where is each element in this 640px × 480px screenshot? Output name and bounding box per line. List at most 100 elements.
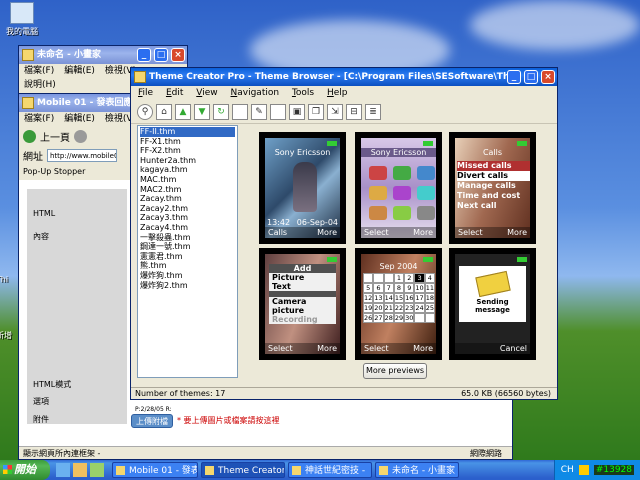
close-button[interactable]: ×	[171, 48, 185, 62]
refresh-icon[interactable]: ↻	[213, 103, 229, 120]
browser-statusbar: 顯示網頁所內連框架 - 網際網路	[19, 446, 512, 459]
popup-stopper-label[interactable]: Pop-Up Stopper	[23, 167, 85, 176]
calls-icon	[417, 186, 435, 200]
menu-item[interactable]: 檔案(F)	[24, 114, 54, 124]
add-popup: Add Picture Text Camera picture Recordin…	[269, 264, 336, 324]
menu-navigation[interactable]: Navigation	[231, 88, 280, 98]
desktop-icon-label: 我的電腦	[6, 27, 38, 36]
list-item[interactable]: 熊.thm	[140, 261, 235, 271]
list-item[interactable]: Zacay2.thm	[140, 204, 235, 214]
desktop-icon-my-computer[interactable]: 我的電腦	[2, 2, 42, 37]
list-item[interactable]: Zacay.thm	[140, 194, 235, 204]
list-item[interactable]: 鋼達一號.thm	[140, 242, 235, 252]
minimize-button[interactable]: _	[137, 48, 151, 62]
right-softkey: More	[507, 228, 527, 237]
calendar-day	[414, 313, 425, 323]
home-icon[interactable]: ⌂	[156, 103, 172, 120]
maximize-button[interactable]: □	[154, 48, 168, 62]
back-button[interactable]: 上一頁	[40, 129, 70, 144]
list-item[interactable]: FF-X2.thm	[140, 146, 235, 156]
theme-creator-titlebar[interactable]: Theme Creator Pro - Theme Browser - [C:\…	[131, 68, 557, 86]
save-icon[interactable]: ▣	[289, 103, 305, 120]
more-previews-button[interactable]: More previews	[363, 363, 427, 379]
list-item[interactable]: FF-II.thm	[140, 127, 235, 137]
delete-icon[interactable]: ⊟	[346, 103, 362, 120]
calendar-grid: 1 2 3 4 5 6 7 8 9 10 11 12 13 14 15 16 17 18 19 20 21 22 23 24 2…	[363, 273, 435, 323]
start-button[interactable]: 開始	[0, 460, 50, 480]
close-button[interactable]: ×	[541, 70, 555, 84]
theme-preview-calls[interactable]: Calls Missed calls Divert calls Manage c…	[449, 132, 536, 244]
theme-creator-window[interactable]: Theme Creator Pro - Theme Browser - [C:\…	[130, 67, 558, 400]
properties-icon[interactable]: ≣	[365, 103, 381, 120]
calendar-day: 20	[373, 303, 384, 313]
tray-app-icon[interactable]	[578, 465, 589, 475]
menu-item: Camera picture	[272, 297, 307, 315]
menu-item[interactable]: 說明(H)	[24, 80, 56, 90]
window-title: 未命名 - 小畫家	[37, 50, 102, 60]
menu-item: Missed calls	[457, 161, 530, 171]
copy-icon[interactable]: ❐	[308, 103, 324, 120]
back-arrow-icon[interactable]	[23, 129, 36, 143]
maximize-button[interactable]: □	[524, 70, 538, 84]
paint-titlebar[interactable]: 未命名 - 小畫家 _ □ ×	[19, 46, 187, 64]
task-game[interactable]: 神話世紀密技 -	[288, 462, 372, 478]
menu-help[interactable]: Help	[327, 88, 348, 98]
softkey-bar: Select More	[361, 227, 436, 238]
menu-accel: H	[326, 88, 334, 98]
theme-file-list[interactable]: FF-II.thm FF-X1.thm FF-X2.thm Hunter2a.t…	[137, 125, 238, 378]
quick-launch-desktop-icon[interactable]	[90, 463, 104, 477]
theme-preview-sending[interactable]: Sending message Cancel	[449, 248, 536, 360]
address-input[interactable]: http://www.mobile01.co	[47, 148, 117, 162]
minimize-button[interactable]: _	[507, 70, 521, 84]
theme-preview-calendar[interactable]: Sep 2004 1 2 3 4 5 6 7 8 9 10 11 12 13 14 15 16 17 18 19 20…	[355, 248, 442, 360]
menu-item[interactable]: 編輯(E)	[64, 66, 95, 76]
menu-item[interactable]: 編輯(E)	[64, 114, 95, 124]
menu-edit[interactable]: Edit	[166, 88, 183, 98]
list-item[interactable]: MAC2.thm	[140, 185, 235, 195]
task-browser[interactable]: Mobile 01 - 發表...	[112, 462, 198, 478]
export-icon[interactable]: ⇲	[327, 103, 343, 120]
forward-arrow-icon[interactable]	[74, 129, 87, 143]
document-icon[interactable]	[270, 103, 286, 120]
arrow-down-icon[interactable]: ▼	[194, 103, 210, 120]
softkey-bar: Select More	[265, 343, 340, 354]
menu-file[interactable]: File	[138, 88, 153, 98]
list-item[interactable]: Zacay3.thm	[140, 213, 235, 223]
quick-launch-ie-icon[interactable]	[56, 463, 70, 477]
quick-launch-folder-icon[interactable]	[73, 463, 87, 477]
list-item[interactable]: MAC.thm	[140, 175, 235, 185]
list-item[interactable]: Zacay4.thm	[140, 223, 235, 233]
task-paint[interactable]: 未命名 - 小畫家	[375, 462, 459, 478]
magnifier-icon[interactable]: ⚲	[137, 103, 153, 120]
arrow-up-icon[interactable]: ▲	[175, 103, 191, 120]
list-item[interactable]: 憲憲君.thm	[140, 252, 235, 262]
desktop-icon-partial[interactable]: 新增	[0, 330, 16, 341]
menu-item[interactable]: 檔案(F)	[24, 66, 54, 76]
form-label: 內容	[33, 232, 49, 241]
desktop-icon-partial[interactable]: Thi	[0, 275, 12, 284]
left-softkey: Select	[458, 228, 483, 237]
list-item[interactable]: 爆炸狗2.thm	[140, 281, 235, 291]
edit-document-icon[interactable]: ✎	[251, 103, 267, 120]
list-item[interactable]: FF-X1.thm	[140, 137, 235, 147]
menu-tools[interactable]: Tools	[292, 88, 314, 98]
ie-icon	[22, 97, 34, 109]
battery-icon	[327, 141, 337, 146]
list-item[interactable]: 爆炸狗.thm	[140, 271, 235, 281]
new-document-icon[interactable]	[232, 103, 248, 120]
upload-button[interactable]: 上傳附檔	[131, 414, 173, 428]
list-item[interactable]: Hunter2a.thm	[140, 156, 235, 166]
calendar-day: 11	[424, 283, 435, 293]
theme-preview-add[interactable]: Add Picture Text Camera picture Recordin…	[259, 248, 346, 360]
list-item[interactable]: kagaya.thm	[140, 165, 235, 175]
theme-preview-standby[interactable]: Sony Ericsson 13:42 06-Sep-04 Calls More	[259, 132, 346, 244]
menu-label: dit	[171, 88, 184, 98]
theme-creator-app-icon	[134, 71, 146, 83]
menu-label: ools	[295, 88, 315, 98]
language-indicator[interactable]: CH	[561, 465, 574, 475]
task-theme-creator[interactable]: Theme Creator Pr...	[201, 462, 285, 478]
menu-view[interactable]: View	[196, 88, 217, 98]
theme-preview-menu[interactable]: Sony Ericsson Select More	[355, 132, 442, 244]
right-softkey: More	[317, 344, 337, 353]
list-item[interactable]: 一擊殺蟲.thm	[140, 233, 235, 243]
